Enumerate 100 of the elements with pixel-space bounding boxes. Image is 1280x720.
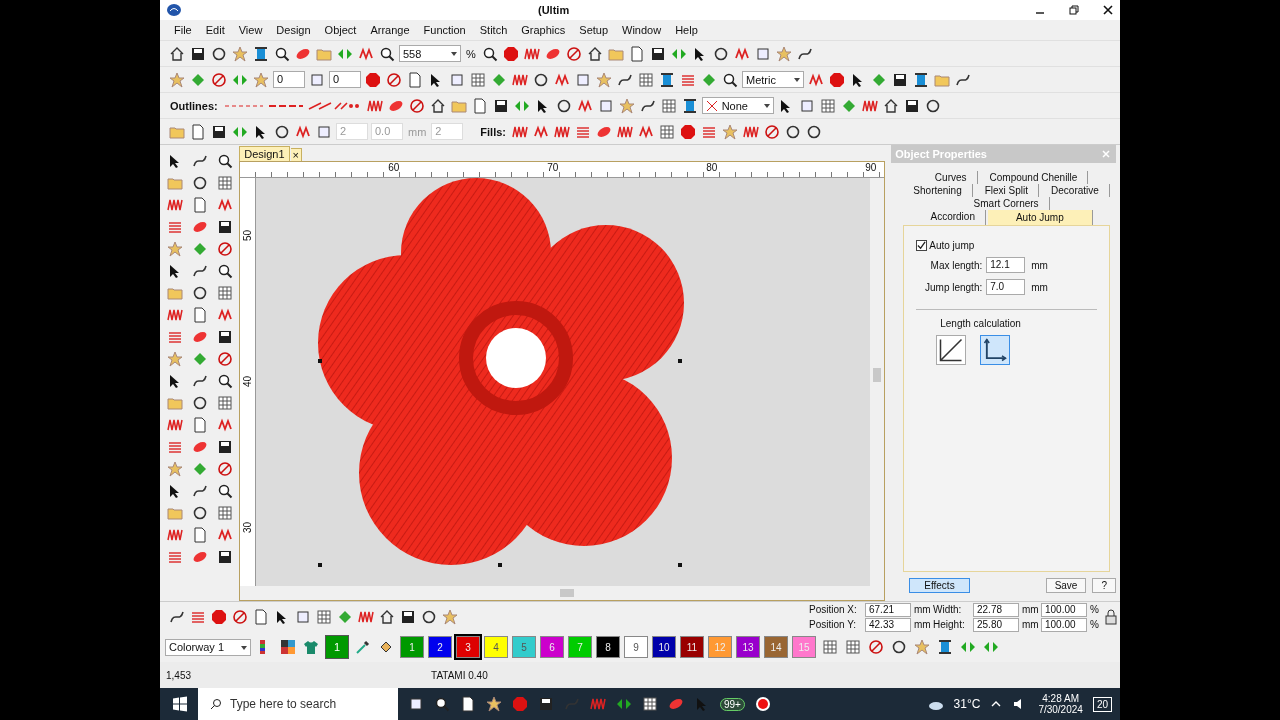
star-icon[interactable] [166, 241, 183, 257]
thread-color-swatch[interactable]: 8 [596, 636, 620, 658]
zigzag-icon[interactable] [216, 307, 233, 323]
star-icon[interactable] [914, 639, 930, 655]
page-icon[interactable] [460, 696, 476, 712]
star-icon[interactable] [486, 696, 502, 712]
crossed-circle-icon[interactable] [216, 241, 233, 257]
diamond-icon[interactable] [701, 71, 717, 88]
scale-x-input[interactable]: 100.00 [1041, 602, 1087, 617]
color-filter-dropdown[interactable]: None [701, 97, 774, 114]
menu-item[interactable]: Help [675, 24, 698, 36]
lines-icon[interactable] [166, 329, 183, 345]
diamond-icon[interactable] [871, 71, 887, 88]
thread-color-swatch[interactable]: 11 [680, 636, 704, 658]
magnifier-icon[interactable] [274, 45, 290, 62]
menu-item[interactable]: Design [276, 24, 311, 36]
hatch-icon[interactable] [191, 549, 208, 565]
house-icon[interactable] [379, 609, 395, 625]
selection-handle[interactable] [318, 359, 323, 363]
octagon-icon[interactable] [365, 71, 381, 88]
thread-color-swatch[interactable]: 5 [512, 636, 536, 658]
ring-icon[interactable] [191, 285, 208, 301]
property-tab[interactable]: Flexi Split [974, 184, 1040, 197]
star-icon[interactable] [253, 71, 269, 88]
ring-icon[interactable] [533, 71, 549, 88]
grid-icon[interactable] [642, 696, 658, 712]
thread-color-swatch[interactable]: 9 [624, 636, 648, 658]
restore-icon[interactable] [1068, 4, 1080, 16]
thread-color-swatch[interactable]: 2 [428, 636, 452, 658]
ring-icon[interactable] [191, 175, 208, 191]
menu-item[interactable]: Setup [579, 24, 609, 36]
ring-icon[interactable] [421, 609, 437, 625]
triangle-arrows-icon[interactable] [960, 639, 976, 655]
octagon-icon[interactable] [502, 45, 519, 62]
magnifier-icon[interactable] [216, 263, 233, 279]
rotation-field[interactable]: 0 [273, 71, 305, 88]
thread-color-swatch[interactable]: 4 [484, 636, 508, 658]
magnifier-icon[interactable] [216, 373, 233, 389]
height-input[interactable]: 25.80 [973, 617, 1019, 632]
ring-icon[interactable] [555, 97, 572, 114]
temperature[interactable]: 31°C [953, 697, 981, 711]
property-tab[interactable]: Auto Jump [987, 210, 1093, 225]
menu-item[interactable]: View [238, 24, 263, 36]
shirt-icon[interactable] [303, 639, 319, 655]
crossed-circle-icon[interactable] [216, 351, 233, 367]
triangle-arrows-icon[interactable] [983, 639, 999, 655]
menu-item[interactable]: Arrange [370, 24, 410, 36]
star-icon[interactable] [166, 351, 183, 367]
scroll-thumb[interactable] [873, 368, 882, 382]
axis-length-button[interactable] [980, 335, 1011, 365]
crossed-circle-icon[interactable] [232, 609, 248, 625]
ring-icon[interactable] [891, 639, 907, 655]
ring-icon[interactable] [806, 123, 822, 140]
hatch-icon[interactable] [191, 329, 208, 345]
scroll-thumb[interactable] [560, 589, 575, 597]
diamond-icon[interactable] [190, 71, 206, 88]
ring-icon[interactable] [274, 123, 290, 140]
record-icon[interactable] [754, 696, 771, 712]
crossed-circle-icon[interactable] [764, 123, 780, 140]
crossed-circle-icon[interactable] [386, 71, 402, 88]
spool-icon[interactable] [659, 71, 675, 88]
star-icon[interactable] [166, 461, 183, 477]
property-tab[interactable]: Compound Chenille [979, 171, 1089, 184]
lines-icon[interactable] [190, 609, 206, 625]
menu-item[interactable]: Graphics [521, 24, 566, 36]
length-input[interactable]: 7.0 [986, 279, 1026, 295]
close-icon[interactable] [1102, 4, 1114, 16]
length-input[interactable]: 12.1 [986, 257, 1026, 273]
star-icon[interactable] [618, 97, 635, 114]
lines-icon[interactable] [166, 549, 183, 565]
position-x-input[interactable]: 67.21 [865, 602, 911, 617]
taskbar-clock[interactable]: 4:28 AM 7/30/2024 [1038, 693, 1083, 715]
units-dropdown[interactable]: Metric [742, 71, 804, 88]
magnifier-icon[interactable] [434, 696, 450, 712]
zigzag-icon[interactable] [216, 527, 233, 543]
width-input[interactable]: 22.78 [973, 602, 1019, 617]
thread-color-swatch[interactable]: 14 [764, 636, 788, 658]
hatch-icon[interactable] [191, 439, 208, 455]
eyedropper-icon[interactable] [355, 639, 371, 655]
octagon-icon[interactable] [680, 123, 696, 140]
menu-item[interactable]: Stitch [479, 24, 508, 36]
hatch-icon[interactable] [191, 219, 208, 235]
spool-icon[interactable] [913, 71, 929, 88]
thread-color-swatch[interactable]: 6 [540, 636, 564, 658]
lines-icon[interactable] [166, 219, 183, 235]
panel-button[interactable]: ? [1092, 578, 1116, 593]
document-tab[interactable]: Design1 [239, 146, 290, 161]
taskbar-search-field[interactable]: Type here to search [198, 688, 398, 720]
wave-icon[interactable] [166, 417, 183, 433]
wave-icon[interactable] [590, 696, 606, 712]
thread-color-swatch[interactable]: 3 [456, 636, 480, 658]
magnifier-icon[interactable] [216, 483, 233, 499]
padlock-icon[interactable] [1103, 609, 1119, 625]
zigzag-icon[interactable] [216, 197, 233, 213]
spool-icon[interactable] [253, 45, 269, 62]
position-y-input[interactable]: 42.33 [865, 617, 911, 632]
menu-item[interactable]: Function [423, 24, 466, 36]
thread-color-swatch[interactable]: 10 [652, 636, 676, 658]
ring-icon[interactable] [924, 97, 941, 114]
house-icon[interactable] [429, 97, 446, 114]
